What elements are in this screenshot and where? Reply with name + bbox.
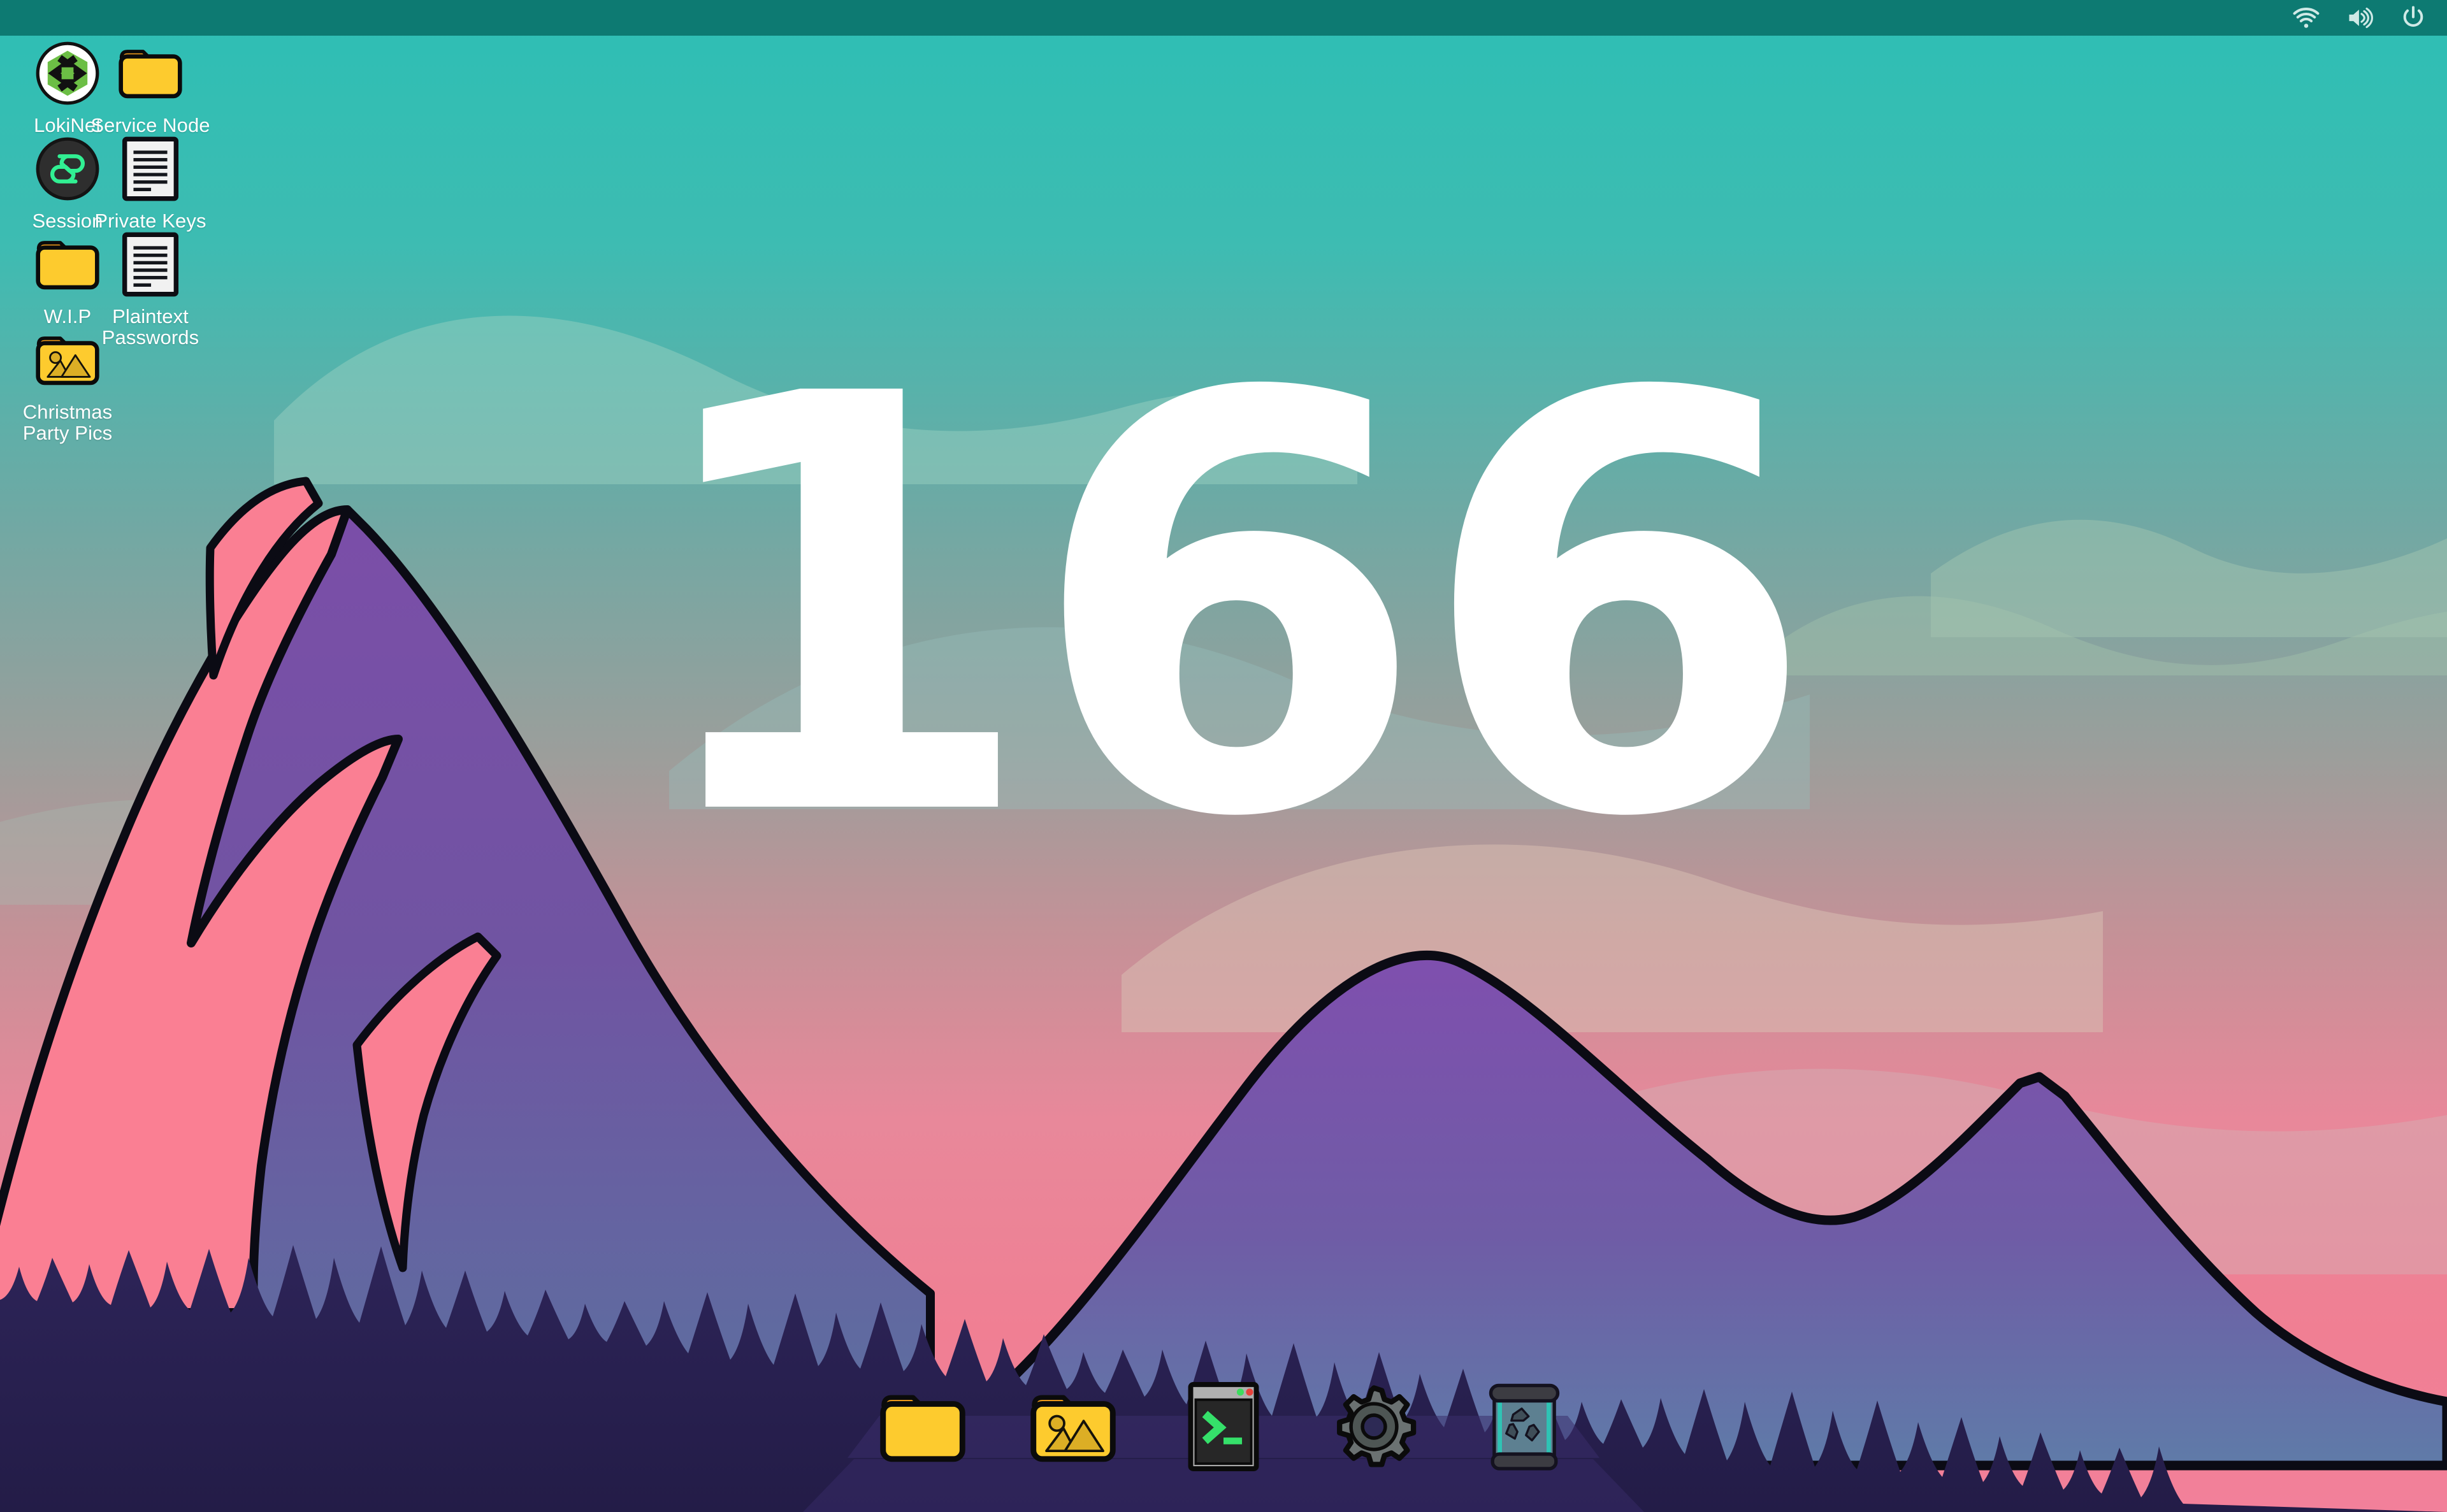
dock xyxy=(876,1379,1571,1474)
gear-icon xyxy=(1337,1385,1417,1467)
pictures-folder-icon xyxy=(30,322,105,398)
folder-icon xyxy=(113,36,188,111)
wifi-icon[interactable] xyxy=(2292,3,2321,32)
document-icon xyxy=(113,131,188,206)
folder-icon xyxy=(880,1395,965,1462)
dock-item-settings[interactable] xyxy=(1327,1379,1421,1474)
top-panel xyxy=(0,0,2447,36)
terminal-icon xyxy=(1188,1382,1259,1471)
trash-icon xyxy=(1489,1383,1560,1471)
desktop-icon-private-keys[interactable]: Private Keys xyxy=(88,131,213,231)
desktop-wallpaper xyxy=(0,0,2447,1512)
dock-item-files[interactable] xyxy=(876,1379,970,1474)
desktop-icon-label: Christmas Party Pics xyxy=(22,401,113,445)
dock-item-trash[interactable] xyxy=(1477,1379,1571,1474)
document-icon xyxy=(113,227,188,302)
dock-item-pictures[interactable] xyxy=(1026,1379,1120,1474)
desktop-icon-christmas-party-pics[interactable]: Christmas Party Pics xyxy=(5,322,130,443)
volume-icon[interactable] xyxy=(2345,3,2374,32)
power-icon[interactable] xyxy=(2399,3,2428,32)
dock-item-terminal[interactable] xyxy=(1176,1379,1271,1474)
pictures-folder-icon xyxy=(1030,1395,1116,1462)
